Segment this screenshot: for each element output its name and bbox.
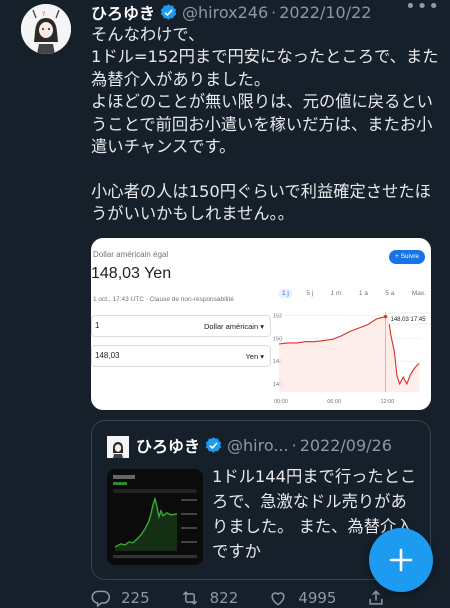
share-icon (369, 590, 384, 605)
separator: · (271, 2, 277, 22)
from-currency-row[interactable]: 1 Dollar américain ▾ (91, 315, 271, 337)
hover-point (383, 314, 388, 319)
quoted-chart-thumbnail (107, 469, 203, 565)
retweet-icon (182, 591, 197, 605)
y-tick-label: 150 (273, 336, 282, 342)
more-options-icon[interactable]: ••• (405, 0, 440, 17)
quoted-handle: @hiro... (227, 435, 289, 455)
avatar[interactable]: ? (21, 4, 71, 54)
heart-icon (271, 592, 285, 606)
verified-badge-icon (160, 3, 177, 20)
range-tab[interactable]: 1 a (356, 289, 371, 298)
y-tick-label: 152 (273, 313, 282, 319)
x-tick-label: 12:00 (381, 399, 395, 405)
exchange-rate-chart: 15215014814600:00 06:00 12:00148,03 17:45 (273, 312, 431, 405)
x-tick-label: 06:00 (327, 399, 341, 405)
x-tick-label: 00:00 (274, 399, 288, 405)
plus-icon (389, 548, 413, 572)
reply-count: 225 (121, 589, 150, 607)
card-subtitle: Dollar américain égal (93, 250, 169, 259)
quoted-chart-image[interactable] (107, 469, 203, 565)
retweet-count: 822 (209, 589, 239, 607)
svg-text:?: ? (42, 11, 45, 18)
reply-button[interactable]: 225 (91, 588, 150, 608)
range-tab[interactable]: 5 j (303, 289, 316, 298)
separator: · (291, 435, 297, 455)
compose-tweet-button[interactable] (369, 528, 433, 592)
tweet-text: そんなわけで、 1ドル=152円まで円安になったところで、また為替介入がありまし… (91, 25, 439, 224)
quoted-avatar-drawing (107, 436, 129, 458)
reply-icon (91, 590, 111, 608)
quoted-display-name: ひろゆき (136, 437, 201, 456)
from-currency-select[interactable]: Dollar américain ▾ (204, 322, 264, 331)
user-handle[interactable]: @hirox246 (182, 3, 268, 22)
tweet-date[interactable]: 2022/10/22 (279, 3, 371, 22)
tweet: ? ひろゆき @hirox246 · 2022/10/22 ••• そんなわけで… (0, 0, 450, 608)
hover-tooltip-text: 148,03 17:45 (391, 317, 427, 323)
like-count: 4995 (298, 589, 337, 607)
from-amount-input[interactable]: 1 (95, 321, 99, 330)
currency-converter-card[interactable]: Dollar américain égal 148,03 Yen 1 oct.,… (91, 238, 431, 410)
avatar-drawing: ? (21, 4, 71, 54)
card-meta: 1 oct., 17:43 UTC · Clause de non-respon… (93, 296, 234, 303)
to-amount-input[interactable]: 148,03 (95, 351, 119, 360)
like-button[interactable]: 4995 (268, 588, 336, 608)
follow-button[interactable]: + Suivre (388, 250, 425, 264)
card-value: 148,03 Yen (91, 265, 172, 282)
display-name[interactable]: ひろゆき (91, 0, 155, 24)
range-tab[interactable]: 1 m (328, 289, 345, 298)
retweet-button[interactable]: 822 (180, 588, 239, 608)
verified-badge-icon (205, 436, 222, 453)
share-button[interactable] (366, 588, 396, 608)
quoted-date: 2022/09/26 (299, 435, 392, 455)
range-tab[interactable]: 1 j (279, 289, 292, 298)
to-currency-row[interactable]: 148,03 Yen ▾ (91, 345, 271, 367)
range-tab[interactable]: 5 a (382, 289, 397, 298)
tweet-header: ひろゆき @hirox246 · 2022/10/22 (91, 0, 440, 24)
range-tabs: 1 j 5 j 1 m 1 a 5 a Max. (279, 289, 429, 298)
chart-container: 152 150 148 146 00:00 06:00 12:00 148,03 17:45 (273, 308, 431, 408)
to-currency-select[interactable]: Yen ▾ (245, 352, 264, 361)
quoted-header: ひろゆき @hiro... · 2022/09/26 (136, 433, 392, 457)
action-bar: 225 822 4995 (91, 588, 431, 608)
range-tab[interactable]: Max. (409, 289, 429, 298)
quoted-avatar[interactable] (107, 436, 129, 458)
